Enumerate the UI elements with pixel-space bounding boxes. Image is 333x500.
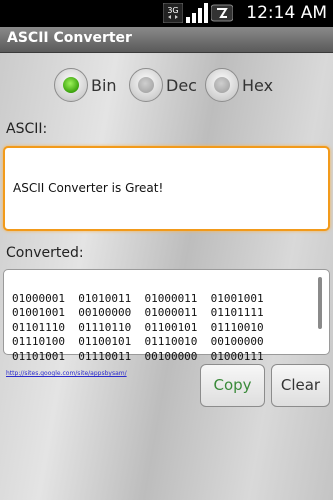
status-bar: 3G 12:14 AM: [0, 0, 333, 27]
app-title: ASCII Converter: [7, 30, 132, 46]
svg-text:3G: 3G: [167, 6, 178, 15]
radio-bin[interactable]: Bin: [54, 68, 117, 102]
signal-icon: [186, 3, 208, 23]
clear-button[interactable]: Clear: [271, 364, 330, 407]
radio-bin-label: Bin: [91, 75, 117, 95]
status-time: 12:14 AM: [246, 3, 327, 23]
radio-button-icon: [129, 68, 163, 102]
radio-dot: [214, 77, 230, 93]
converted-line: 01110100 01100101 01110010 00100000: [12, 335, 264, 348]
converted-output[interactable]: 01000001 01010011 01000011 01001001 01001…: [3, 269, 330, 363]
copy-button[interactable]: Copy: [200, 364, 265, 407]
battery-icon: [211, 4, 233, 22]
base-radio-group: Bin Dec Hex: [0, 68, 333, 108]
converted-line: 01101110 01110110 01100101 01110010: [12, 320, 264, 334]
radio-hex[interactable]: Hex: [205, 68, 273, 102]
website-link[interactable]: http://sites.google.com/site/appsbysam/: [6, 370, 127, 377]
converted-label: Converted:: [6, 245, 84, 261]
converted-line: 01000001 01010011 01000011 01001001: [12, 291, 264, 305]
radio-dot: [63, 77, 79, 93]
radio-hex-label: Hex: [242, 75, 274, 95]
ascii-input-value: ASCII Converter is Great!: [13, 181, 164, 195]
status-icons: 3G: [163, 3, 233, 23]
ascii-label: ASCII:: [6, 121, 48, 137]
radio-button-icon: [54, 68, 88, 102]
3g-icon: 3G: [163, 3, 183, 23]
title-bar: ASCII Converter: [0, 27, 333, 53]
converted-scrollbar[interactable]: [318, 277, 322, 329]
radio-dot: [138, 77, 154, 93]
radio-dec[interactable]: Dec: [129, 68, 197, 102]
converted-line: 01001001 00100000 01000011 01101111: [12, 306, 264, 319]
radio-button-icon: [205, 68, 239, 102]
radio-dec-label: Dec: [166, 75, 197, 95]
converted-line: 01101001 01110011 00100000 01000111: [12, 349, 264, 363]
ascii-input[interactable]: ASCII Converter is Great!: [3, 146, 330, 231]
